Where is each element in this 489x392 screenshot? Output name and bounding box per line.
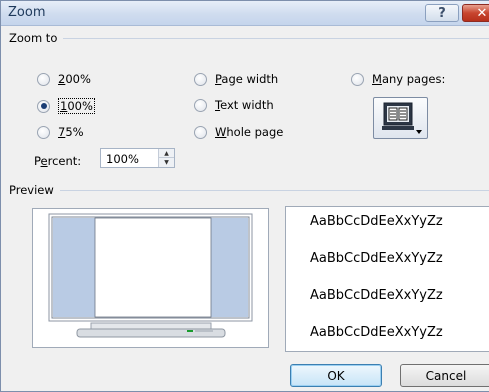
- close-button[interactable]: ✕: [462, 4, 489, 22]
- percent-input[interactable]: 100% ▲ ▼: [100, 148, 175, 168]
- radio-75-circle[interactable]: [37, 125, 50, 139]
- radio-whole-page-circle[interactable]: [194, 125, 207, 139]
- radio-text-width-circle[interactable]: [194, 98, 207, 112]
- sample-text-line: AaBbCcDdEeXxYyZz: [310, 214, 443, 229]
- title-bar[interactable]: Zoom ? ✕: [1, 1, 489, 26]
- sample-text-line: AaBbCcDdEeXxYyZz: [310, 288, 443, 303]
- sample-text-panel: AaBbCcDdEeXxYyZz AaBbCcDdEeXxYyZz AaBbCc…: [285, 206, 489, 352]
- radio-200[interactable]: 200%: [37, 72, 91, 86]
- zoom-dialog: Zoom ? ✕ Zoom to 200% 100% 75% Page widt…: [0, 0, 489, 392]
- monitor-pages-icon: [382, 102, 422, 134]
- many-pages-button[interactable]: [373, 97, 428, 139]
- radio-whole-page-label: Whole page: [215, 125, 284, 139]
- spin-up-button[interactable]: ▲: [159, 149, 174, 158]
- zoom-to-divider: [63, 38, 489, 39]
- radio-75-label: 75%: [58, 125, 84, 139]
- zoom-to-label: Zoom to: [9, 31, 58, 45]
- preview-label: Preview: [9, 183, 54, 197]
- radio-many-pages-label: Many pages:: [372, 72, 446, 86]
- radio-100[interactable]: 100%: [37, 98, 95, 114]
- radio-text-width-label: Text width: [215, 98, 274, 112]
- radio-100-circle[interactable]: [37, 99, 50, 113]
- radio-75[interactable]: 75%: [37, 125, 84, 139]
- percent-spinner[interactable]: ▲ ▼: [158, 149, 174, 167]
- radio-200-circle[interactable]: [37, 72, 50, 86]
- dialog-title: Zoom: [8, 5, 46, 20]
- close-icon: ✕: [476, 5, 488, 21]
- radio-many-pages-circle[interactable]: [351, 72, 364, 86]
- help-icon: ?: [438, 5, 446, 21]
- ok-button[interactable]: OK: [290, 364, 382, 387]
- radio-200-label: 200%: [58, 72, 91, 86]
- percent-value: 100%: [106, 152, 139, 166]
- preview-divider: [60, 190, 489, 191]
- cancel-button[interactable]: Cancel: [400, 364, 489, 387]
- monitor-preview-icon: [48, 213, 253, 338]
- radio-page-width-label: Page width: [215, 72, 279, 86]
- preview-panel: [32, 208, 269, 348]
- sample-text-line: AaBbCcDdEeXxYyZz: [310, 325, 443, 340]
- help-button[interactable]: ?: [425, 4, 459, 22]
- spin-down-button[interactable]: ▼: [159, 158, 174, 167]
- sample-text-line: AaBbCcDdEeXxYyZz: [310, 251, 443, 266]
- arrow-up-icon: ▲: [164, 149, 169, 157]
- radio-whole-page[interactable]: Whole page: [194, 125, 283, 139]
- radio-100-label: 100%: [58, 98, 95, 114]
- radio-page-width-circle[interactable]: [194, 72, 207, 86]
- percent-label: Percent:: [34, 154, 82, 168]
- radio-text-width[interactable]: Text width: [194, 98, 274, 112]
- radio-page-width[interactable]: Page width: [194, 72, 278, 86]
- arrow-down-icon: ▼: [164, 159, 169, 166]
- radio-many-pages[interactable]: Many pages:: [351, 72, 445, 86]
